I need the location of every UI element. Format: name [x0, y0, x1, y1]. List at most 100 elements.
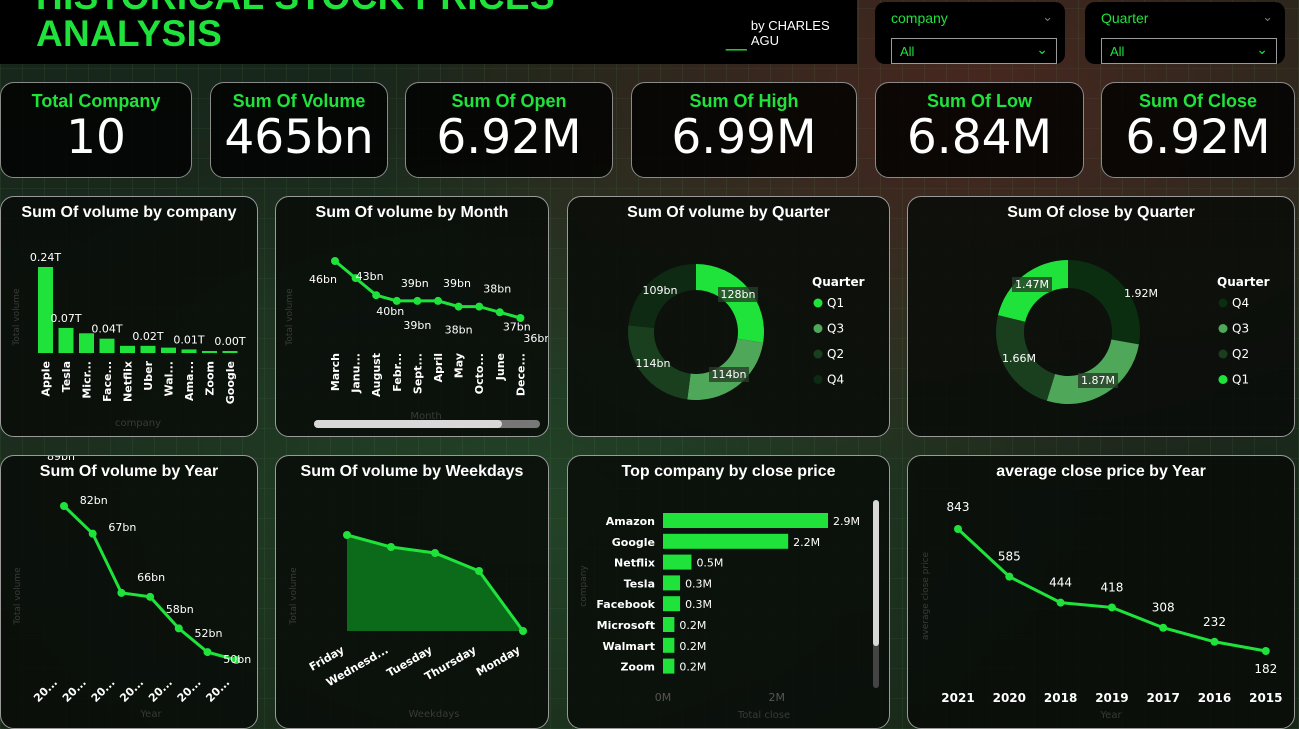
- data-label: 114bn: [712, 368, 747, 381]
- x-axis-label: Year: [139, 709, 162, 720]
- dashboard-title: HISTORICAL STOCK PRICES ANALYSIS: [36, 0, 555, 54]
- title-underscore: _: [725, 13, 747, 54]
- bar: [79, 333, 94, 353]
- tick-label: 20...: [175, 676, 204, 705]
- data-point: [331, 257, 339, 265]
- tick-label: Tesla: [60, 361, 73, 392]
- data-point: [372, 291, 381, 300]
- card-volume-by-company: Sum Of volume by company Total volume com…: [0, 196, 258, 437]
- data-label: 0.2M: [679, 640, 706, 653]
- data-point: [954, 525, 962, 533]
- tick-label: 20...: [31, 676, 60, 705]
- data-point: [1056, 598, 1065, 607]
- data-point: [431, 549, 439, 557]
- kpi-value: 465bn: [224, 110, 374, 165]
- tick-label: Janu...: [350, 353, 363, 394]
- bar: [663, 575, 681, 591]
- kpi-label: Sum Of Open: [451, 91, 567, 111]
- data-point: [1005, 572, 1014, 581]
- data-point: [60, 502, 68, 510]
- bar: [663, 596, 681, 612]
- kpi-label: Sum Of Low: [927, 91, 1032, 111]
- tick-label: Facebook: [596, 598, 655, 611]
- card-volume-by-month: Sum Of volume by Month Total volume Month…: [275, 196, 549, 437]
- data-point: [516, 314, 525, 322]
- collapse-chevron-icon[interactable]: ⌄: [1042, 10, 1053, 25]
- data-label: 128bn: [721, 288, 756, 301]
- legend-marker: [1218, 375, 1228, 384]
- tick-label: Sept...: [411, 353, 424, 394]
- card-volume-by-quarter: Sum Of volume by Quarter 128bn 114bn 114bn…: [567, 196, 890, 437]
- pie-slice: [696, 264, 764, 343]
- legend-label: Q1: [1232, 373, 1249, 387]
- data-point: [88, 529, 97, 538]
- tick-label: 2015: [1249, 691, 1282, 705]
- data-point: [387, 543, 395, 551]
- bar: [161, 347, 176, 353]
- kpi-value: 6.92M: [1125, 110, 1271, 165]
- tick-label: Zoom: [620, 661, 655, 674]
- tick-label: Dece...: [514, 353, 527, 396]
- top-company-close-chart: company Total close Amazon 2.9M Google 2.2M Ne…: [579, 500, 879, 721]
- legend-label: Q4: [827, 373, 844, 387]
- company-dropdown-value: All: [900, 44, 915, 59]
- pie-slice: [1068, 260, 1140, 345]
- bar: [663, 533, 789, 549]
- collapse-chevron-icon[interactable]: ⌄: [1262, 10, 1273, 25]
- bar: [38, 267, 53, 353]
- data-label: 444: [1049, 576, 1072, 590]
- volume-by-month-chart: Total volumeMonth46bnMarch43bnJanu...40b…: [285, 257, 549, 428]
- data-label: 0.07T: [50, 312, 81, 325]
- bar: [663, 637, 675, 653]
- data-label: 38bn: [483, 283, 511, 296]
- data-label: 43bn: [356, 270, 384, 283]
- kpi-total-company: Total Company 10: [0, 82, 192, 178]
- tick-label: Walmart: [602, 640, 655, 653]
- data-label: 0.01T: [173, 333, 204, 346]
- data-label: 0.02T: [132, 330, 163, 343]
- tick-label: 2019: [1095, 691, 1128, 705]
- data-label: 1.92M: [1124, 287, 1158, 300]
- tick-label: 20...: [60, 676, 89, 705]
- data-label: 36bn: [523, 332, 549, 345]
- data-label: 182: [1254, 662, 1277, 676]
- card-top-company-close: Top company by close price company Total …: [567, 455, 890, 729]
- scrollbar-thumb[interactable]: [873, 500, 879, 646]
- tick-label: 20...: [203, 676, 232, 705]
- x-axis-label: company: [115, 418, 161, 429]
- data-point: [475, 302, 484, 311]
- y-axis-label: company: [579, 565, 589, 607]
- tick-label: March: [329, 353, 342, 391]
- kpi-sum-volume: Sum Of Volume 465bn: [210, 82, 388, 178]
- author-credit: by CHARLES AGU: [750, 18, 830, 48]
- legend-title: Quarter: [812, 275, 865, 289]
- y-axis-label: Total volume: [12, 288, 22, 347]
- tick-label: Octo...: [473, 353, 486, 394]
- kpi-label: Sum Of Close: [1138, 91, 1258, 111]
- pie-slice: [1046, 339, 1139, 404]
- data-label: 843: [947, 500, 970, 514]
- tick-label: Google: [612, 536, 655, 549]
- legend-label: Q2: [1232, 347, 1249, 361]
- volume-by-quarter-chart: 128bn 114bn 114bn 109bn Quarter Q1 Q3 Q2 Q4: [628, 264, 865, 400]
- tick-label: Netflix: [122, 361, 135, 402]
- bar: [181, 349, 197, 353]
- tick-label: 2M: [769, 691, 786, 704]
- volume-by-year-chart: Total volume Year 89bn 20... 82bn 20... 67bn 20…: [13, 456, 251, 720]
- tick-label: 2018: [1044, 691, 1077, 705]
- company-dropdown[interactable]: All ⌄: [891, 38, 1057, 64]
- data-point: [1261, 647, 1270, 655]
- tick-label: 2020: [993, 691, 1026, 705]
- quarter-dropdown[interactable]: All ⌄: [1101, 38, 1277, 64]
- legend-label: Q2: [827, 347, 844, 361]
- tick-label: 20...: [146, 676, 175, 705]
- scrollbar-thumb[interactable]: [314, 420, 502, 428]
- data-label: 40bn: [376, 305, 404, 318]
- legend-title: Quarter: [1217, 275, 1270, 289]
- bar: [58, 327, 74, 353]
- tick-label: Febr...: [391, 353, 404, 392]
- company-slicer-label: company: [891, 10, 948, 26]
- legend-label: Q3: [1232, 322, 1249, 336]
- data-point: [434, 296, 442, 305]
- tick-label: Microsoft: [597, 619, 655, 632]
